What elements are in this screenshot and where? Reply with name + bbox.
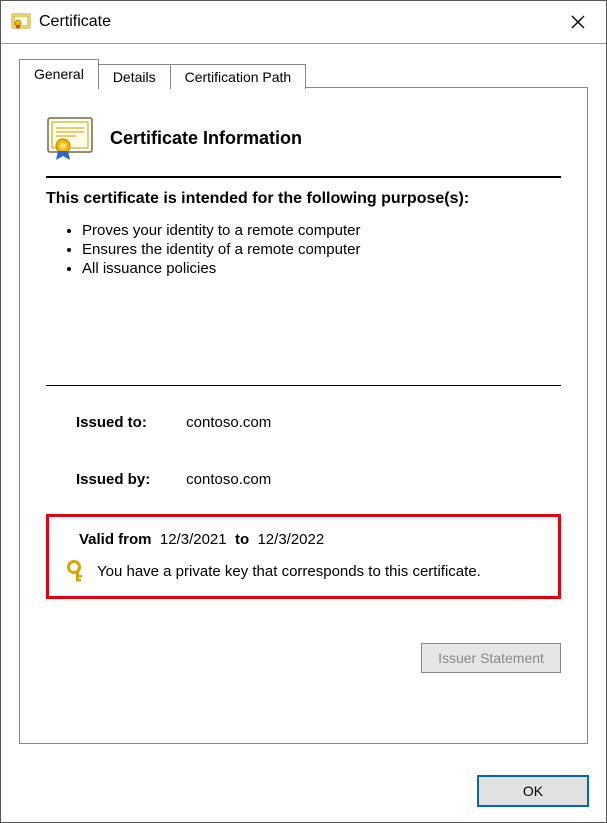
issuer-statement-button: Issuer Statement [421, 643, 561, 673]
validity-highlight-box: Valid from 12/3/2021 to 12/3/2022 [46, 514, 561, 599]
certificate-dialog: Certificate General Details Certificatio… [0, 0, 607, 823]
valid-from-value: 12/3/2021 [160, 531, 227, 548]
tab-label: General [34, 66, 84, 82]
valid-from-label: Valid from [79, 531, 152, 548]
issued-to-label: Issued to: [76, 414, 176, 431]
tab-label: Details [113, 69, 156, 85]
purpose-list: Proves your identity to a remote compute… [82, 220, 561, 279]
tab-panel-general: Certificate Information This certificate… [19, 87, 588, 744]
key-icon [67, 560, 87, 582]
ok-button[interactable]: OK [478, 776, 588, 806]
certificate-icon [11, 13, 31, 31]
issued-by-row: Issued by: contoso.com [76, 471, 561, 488]
valid-to-label: to [235, 531, 249, 548]
issued-to-value: contoso.com [186, 414, 271, 431]
cert-info-title: Certificate Information [110, 128, 302, 149]
purpose-item: Proves your identity to a remote compute… [82, 222, 561, 239]
divider [46, 385, 561, 386]
client-area: General Details Certification Path [1, 44, 606, 762]
purpose-heading: This certificate is intended for the fol… [46, 190, 561, 208]
tab-details[interactable]: Details [98, 64, 171, 89]
button-label: Issuer Statement [438, 650, 544, 666]
issued-by-label: Issued by: [76, 471, 176, 488]
certificate-large-icon [46, 116, 96, 160]
valid-to-value: 12/3/2022 [257, 531, 324, 548]
panel-button-row: Issuer Statement [46, 643, 561, 673]
purpose-item: Ensures the identity of a remote compute… [82, 241, 561, 258]
private-key-row: You have a private key that corresponds … [67, 560, 544, 582]
button-label: OK [523, 783, 543, 799]
divider [46, 176, 561, 178]
dialog-button-row: OK [1, 762, 606, 822]
titlebar: Certificate [1, 1, 606, 44]
validity-row: Valid from 12/3/2021 to 12/3/2022 [79, 531, 544, 548]
tab-general[interactable]: General [19, 59, 99, 88]
close-icon [571, 15, 585, 29]
tab-label: Certification Path [185, 69, 292, 85]
private-key-message: You have a private key that corresponds … [97, 563, 481, 580]
issued-to-row: Issued to: contoso.com [76, 414, 561, 431]
window-title: Certificate [39, 13, 111, 31]
cert-info-header: Certificate Information [46, 116, 561, 160]
tab-certification-path[interactable]: Certification Path [170, 64, 307, 89]
purpose-item: All issuance policies [82, 260, 561, 277]
tab-strip: General Details Certification Path [19, 58, 588, 87]
issued-by-value: contoso.com [186, 471, 271, 488]
close-button[interactable] [550, 1, 606, 43]
